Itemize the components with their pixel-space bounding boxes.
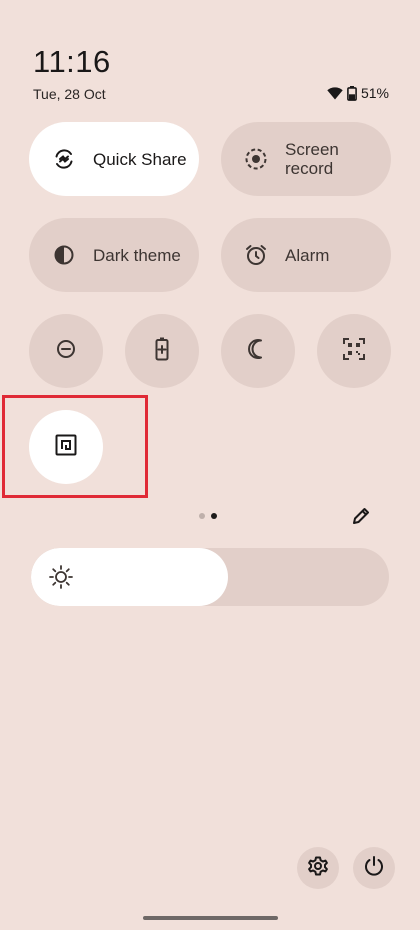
battery-saver-icon	[155, 337, 169, 366]
wifi-icon	[327, 86, 343, 100]
tile-do-not-disturb[interactable]	[29, 314, 103, 388]
battery-percent: 51%	[360, 85, 389, 101]
tile-label: Quick Share	[93, 149, 187, 169]
settings-icon	[306, 854, 330, 883]
highlight-box	[2, 395, 148, 498]
brightness-sun-icon	[48, 564, 74, 590]
clock[interactable]: 11:16	[33, 44, 111, 80]
dark-theme-icon	[51, 242, 77, 268]
tile-screen-record[interactable]: Screen record	[221, 122, 391, 196]
edit-button[interactable]	[348, 505, 374, 531]
tile-qr-scanner[interactable]	[317, 314, 391, 388]
tile-alarm[interactable]: Alarm	[221, 218, 391, 292]
page-dot-current	[211, 513, 217, 519]
qr-scanner-icon	[343, 337, 365, 365]
tile-label: Alarm	[285, 245, 330, 265]
battery-icon	[347, 85, 357, 101]
quick-share-icon	[51, 146, 77, 172]
do-not-disturb-icon	[55, 338, 77, 365]
date[interactable]: Tue, 28 Oct	[33, 86, 106, 102]
tile-label: Dark theme	[93, 245, 181, 265]
alarm-icon	[243, 242, 269, 268]
status-icons: 51%	[327, 85, 389, 101]
power-button[interactable]	[353, 847, 395, 889]
screen-record-icon	[243, 146, 269, 172]
power-icon	[363, 855, 385, 882]
tile-bedtime[interactable]	[221, 314, 295, 388]
tile-battery-saver[interactable]	[125, 314, 199, 388]
pencil-icon	[351, 506, 371, 531]
tile-dark-theme[interactable]: Dark theme	[29, 218, 199, 292]
brightness-slider[interactable]	[31, 548, 389, 606]
settings-button[interactable]	[297, 847, 339, 889]
tile-label: Screen record	[285, 140, 339, 178]
gesture-nav-handle[interactable]	[143, 916, 278, 920]
bedtime-moon-icon	[247, 338, 269, 365]
page-indicator	[199, 513, 217, 519]
tile-quick-share[interactable]: Quick Share	[29, 122, 199, 196]
page-dot	[199, 513, 205, 519]
status-header: 11:16 Tue, 28 Oct 51%	[33, 44, 389, 104]
